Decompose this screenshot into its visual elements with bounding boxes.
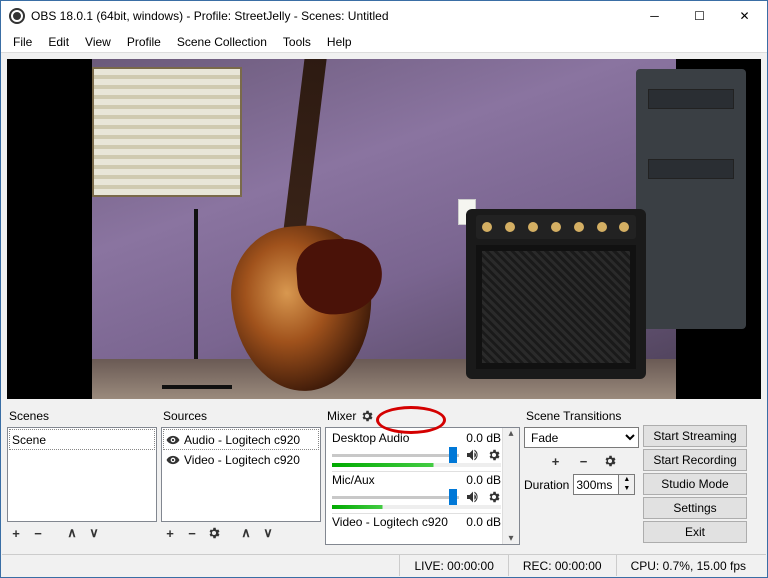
exit-button[interactable]: Exit <box>643 521 747 543</box>
scene-up-button[interactable]: ∧ <box>63 524 81 542</box>
mixer-channel-name: Video - Logitech c920 <box>332 515 448 529</box>
menu-profile[interactable]: Profile <box>119 32 169 52</box>
transitions-panel: Scene Transitions Fade + − Duration ▲▼ <box>524 407 639 545</box>
status-rec: REC: 00:00:00 <box>508 555 616 576</box>
mixer-scrollbar[interactable]: ▴▾ <box>502 428 519 544</box>
mixer-title: Mixer <box>327 409 356 423</box>
duration-spinner[interactable]: ▲▼ <box>573 474 635 495</box>
studio-mode-button[interactable]: Studio Mode <box>643 473 747 495</box>
scene-item-label: Scene <box>12 433 46 447</box>
mixer-channel-settings-icon[interactable] <box>487 490 501 504</box>
mixer-volume-slider[interactable] <box>332 448 459 462</box>
mixer-channel-settings-icon[interactable] <box>487 448 501 462</box>
source-down-button[interactable]: ∨ <box>259 524 277 542</box>
speaker-icon[interactable] <box>465 489 481 505</box>
source-add-button[interactable]: + <box>161 524 179 542</box>
mixer-volume-slider[interactable] <box>332 490 459 504</box>
settings-button[interactable]: Settings <box>643 497 747 519</box>
title-bar: OBS 18.0.1 (64bit, windows) - Profile: S… <box>1 1 767 31</box>
spinner-down-icon[interactable]: ▼ <box>619 484 634 493</box>
minimize-button[interactable]: ─ <box>632 1 677 31</box>
controls-panel: Start Streaming Start Recording Studio M… <box>643 425 747 545</box>
menu-scene-collection[interactable]: Scene Collection <box>169 32 275 52</box>
transition-add-button[interactable]: + <box>547 452 565 470</box>
mixer-channel-db: 0.0 dB <box>466 473 501 487</box>
menu-tools[interactable]: Tools <box>275 32 319 52</box>
mixer-channel: Desktop Audio 0.0 dB <box>332 430 501 472</box>
maximize-button[interactable]: ☐ <box>677 1 722 31</box>
sources-panel: Sources Audio - Logitech c920 Video - Lo… <box>161 407 321 545</box>
preview-video <box>92 59 676 399</box>
scenes-panel: Scenes Scene + − ∧ ∨ <box>7 407 157 545</box>
source-item-label: Video - Logitech c920 <box>184 453 300 467</box>
sources-toolbar: + − ∧ ∨ <box>161 522 321 544</box>
scenes-toolbar: + − ∧ ∨ <box>7 522 157 544</box>
source-remove-button[interactable]: − <box>183 524 201 542</box>
mixer-channel-db: 0.0 dB <box>466 515 501 529</box>
mixer-channel: Mic/Aux 0.0 dB <box>332 472 501 514</box>
close-button[interactable]: ✕ <box>722 1 767 31</box>
mixer-meter <box>332 505 501 509</box>
mixer-channel-db: 0.0 dB <box>466 431 501 445</box>
source-up-button[interactable]: ∧ <box>237 524 255 542</box>
speaker-icon[interactable] <box>465 447 481 463</box>
visibility-icon[interactable] <box>166 433 180 447</box>
menu-help[interactable]: Help <box>319 32 360 52</box>
mixer-panel: Mixer Desktop Audio 0.0 dB Mic/Aux 0.0 dB <box>325 407 520 545</box>
transition-select[interactable]: Fade <box>524 427 639 448</box>
start-recording-button[interactable]: Start Recording <box>643 449 747 471</box>
sources-title: Sources <box>161 407 321 427</box>
source-properties-button[interactable] <box>205 524 223 542</box>
mixer-meter <box>332 463 501 467</box>
scenes-list[interactable]: Scene <box>7 427 157 522</box>
mixer-list: Desktop Audio0.0 dB Mic/Aux0.0 dB Vi <box>325 427 520 545</box>
window-title: OBS 18.0.1 (64bit, windows) - Profile: S… <box>31 9 632 23</box>
transition-remove-button[interactable]: − <box>575 452 593 470</box>
app-logo-icon <box>9 8 25 24</box>
mixer-channel-name: Desktop Audio <box>332 431 409 445</box>
source-item[interactable]: Audio - Logitech c920 <box>163 429 319 450</box>
menu-file[interactable]: File <box>5 32 40 52</box>
start-streaming-button[interactable]: Start Streaming <box>643 425 747 447</box>
gear-icon <box>207 526 221 540</box>
source-item-label: Audio - Logitech c920 <box>184 433 300 447</box>
menu-view[interactable]: View <box>77 32 119 52</box>
duration-label: Duration <box>524 478 569 492</box>
duration-input[interactable] <box>573 474 619 495</box>
spinner-up-icon[interactable]: ▲ <box>619 475 634 484</box>
scenes-title: Scenes <box>7 407 157 427</box>
sources-list[interactable]: Audio - Logitech c920 Video - Logitech c… <box>161 427 321 522</box>
mixer-channel-name: Mic/Aux <box>332 473 375 487</box>
scene-add-button[interactable]: + <box>7 524 25 542</box>
scene-remove-button[interactable]: − <box>29 524 47 542</box>
scene-down-button[interactable]: ∨ <box>85 524 103 542</box>
scene-item[interactable]: Scene <box>9 429 155 450</box>
status-bar: LIVE: 00:00:00 REC: 00:00:00 CPU: 0.7%, … <box>2 554 766 576</box>
source-item[interactable]: Video - Logitech c920 <box>162 451 320 469</box>
status-live: LIVE: 00:00:00 <box>399 555 507 576</box>
transition-settings-icon[interactable] <box>603 454 617 468</box>
menu-bar: File Edit View Profile Scene Collection … <box>1 31 767 53</box>
status-cpu: CPU: 0.7%, 15.00 fps <box>616 555 760 576</box>
mixer-header: Mixer <box>325 407 520 427</box>
mixer-settings-icon[interactable] <box>360 409 374 423</box>
mixer-channel: Video - Logitech c920 0.0 dB <box>332 514 501 533</box>
preview-area[interactable] <box>7 59 761 399</box>
visibility-icon[interactable] <box>166 453 180 467</box>
transitions-title: Scene Transitions <box>524 407 639 427</box>
menu-edit[interactable]: Edit <box>40 32 77 52</box>
